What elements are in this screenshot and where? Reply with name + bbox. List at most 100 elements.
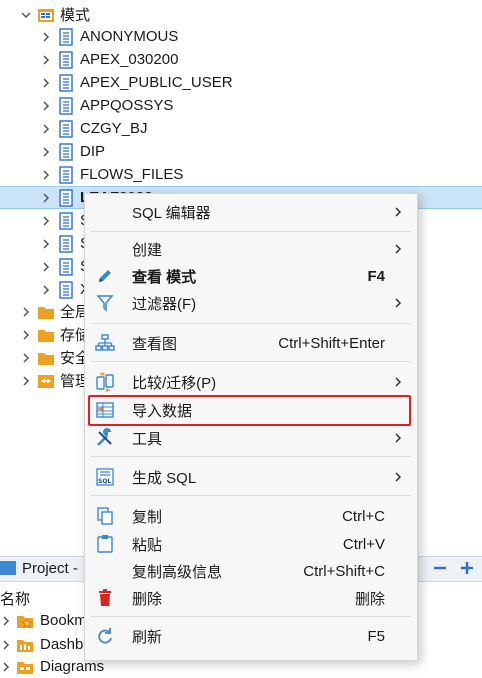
folder-icon bbox=[37, 349, 55, 367]
tree-node-schema[interactable]: CZGY_BJ bbox=[0, 117, 482, 140]
project-item-label: Bookm bbox=[40, 612, 87, 629]
menu-item-shortcut: Ctrl+Shift+Enter bbox=[278, 334, 385, 352]
chevron-right-icon[interactable] bbox=[40, 238, 52, 250]
menu-separator bbox=[91, 495, 411, 496]
tools-icon bbox=[95, 428, 115, 448]
submenu-arrow-icon bbox=[393, 297, 403, 309]
menu-item-refresh[interactable]: 刷新 F5 bbox=[85, 623, 417, 649]
menu-item-shortcut: Ctrl+Shift+C bbox=[303, 562, 385, 580]
menu-item-label: SQL 编辑器 bbox=[132, 204, 211, 222]
menu-item-delete[interactable]: 删除 删除 bbox=[85, 585, 417, 611]
pencil-icon bbox=[95, 266, 115, 286]
menu-item-shortcut: F5 bbox=[367, 627, 385, 645]
chevron-right-icon[interactable] bbox=[20, 306, 32, 318]
menu-item-copy-advanced[interactable]: 复制高级信息 Ctrl+Shift+C bbox=[85, 558, 417, 584]
paste-icon bbox=[95, 534, 115, 554]
schema-icon bbox=[57, 234, 75, 253]
chevron-right-icon[interactable] bbox=[0, 661, 12, 673]
tree-label: APPQOSSYS bbox=[80, 97, 174, 114]
menu-item-label: 过滤器(F) bbox=[132, 295, 197, 313]
chevron-right-icon[interactable] bbox=[40, 169, 52, 181]
menu-item-compare-migrate[interactable]: 比较/迁移(P) bbox=[85, 369, 417, 395]
submenu-arrow-icon bbox=[393, 376, 403, 388]
menu-item-filter[interactable]: 过滤器(F) bbox=[85, 290, 417, 316]
menu-separator bbox=[91, 231, 411, 232]
menu-item-label: 创建 bbox=[132, 241, 163, 259]
svg-text:SQL: SQL bbox=[98, 478, 111, 485]
chevron-right-icon[interactable] bbox=[0, 615, 12, 627]
context-menu: SQL 编辑器 创建 查看 模式 F4 过滤器(F) 查看图 Ctrl+Shif… bbox=[84, 193, 418, 661]
diagram-icon bbox=[95, 333, 115, 353]
tree-label: DIP bbox=[80, 143, 106, 160]
compare-icon bbox=[95, 372, 115, 392]
menu-item-label: 工具 bbox=[132, 430, 163, 448]
chevron-right-icon[interactable] bbox=[40, 215, 52, 227]
folder-icon bbox=[37, 326, 55, 344]
submenu-arrow-icon bbox=[393, 206, 403, 218]
collapse-icon[interactable] bbox=[432, 560, 448, 576]
submenu-arrow-icon bbox=[393, 471, 403, 483]
chevron-right-icon[interactable] bbox=[20, 375, 32, 387]
tree-node-schema[interactable]: APPQOSSYS bbox=[0, 94, 482, 117]
chevron-right-icon[interactable] bbox=[0, 639, 12, 651]
tree-node-schema[interactable]: DIP bbox=[0, 140, 482, 163]
schema-icon bbox=[57, 73, 75, 92]
menu-item-shortcut: 删除 bbox=[354, 590, 385, 608]
delete-icon bbox=[95, 588, 115, 608]
admin-folder-icon bbox=[37, 372, 55, 390]
schema-folder-icon bbox=[37, 6, 55, 24]
chevron-right-icon[interactable] bbox=[40, 54, 52, 66]
menu-item-tools[interactable]: 工具 bbox=[85, 425, 417, 451]
schema-icon bbox=[57, 142, 75, 161]
sql-icon: SQL bbox=[95, 467, 115, 487]
menu-item-view-schema[interactable]: 查看 模式 F4 bbox=[85, 263, 417, 289]
menu-item-label: 生成 SQL bbox=[132, 469, 197, 487]
project-tab[interactable]: Project - bbox=[22, 560, 78, 577]
chevron-right-icon[interactable] bbox=[20, 352, 32, 364]
schema-icon bbox=[57, 27, 75, 46]
schema-icon bbox=[57, 280, 75, 299]
menu-separator bbox=[91, 616, 411, 617]
chevron-right-icon[interactable] bbox=[40, 31, 52, 43]
refresh-icon bbox=[95, 626, 115, 646]
chevron-down-icon[interactable] bbox=[20, 9, 32, 21]
menu-item-label: 删除 bbox=[132, 590, 163, 608]
chevron-right-icon[interactable] bbox=[40, 123, 52, 135]
schema-icon bbox=[57, 165, 75, 184]
menu-item-shortcut: Ctrl+C bbox=[342, 507, 385, 525]
menu-item-label: 刷新 bbox=[132, 628, 163, 646]
diagrams-folder-icon bbox=[16, 658, 34, 676]
menu-item-create[interactable]: 创建 bbox=[85, 236, 417, 262]
project-item-label: Dashb bbox=[40, 636, 84, 653]
menu-item-sql-editor[interactable]: SQL 编辑器 bbox=[85, 199, 417, 225]
menu-item-label: 比较/迁移(P) bbox=[132, 374, 217, 392]
tree-node-schema[interactable]: APEX_PUBLIC_USER bbox=[0, 71, 482, 94]
chevron-right-icon[interactable] bbox=[40, 192, 52, 204]
chevron-right-icon[interactable] bbox=[40, 77, 52, 89]
tree-node-schemas[interactable]: 模式 bbox=[0, 3, 482, 26]
menu-item-shortcut: F4 bbox=[367, 267, 385, 285]
menu-item-label: 导入数据 bbox=[132, 402, 193, 420]
chevron-right-icon[interactable] bbox=[40, 100, 52, 112]
menu-item-view-diagram[interactable]: 查看图 Ctrl+Shift+Enter bbox=[85, 330, 417, 356]
chevron-right-icon[interactable] bbox=[40, 146, 52, 158]
menu-item-generate-sql[interactable]: SQL 生成 SQL bbox=[85, 464, 417, 490]
menu-item-paste[interactable]: 粘贴 Ctrl+V bbox=[85, 531, 417, 557]
tree-label: APEX_030200 bbox=[80, 51, 179, 68]
tree-node-schema[interactable]: FLOWS_FILES bbox=[0, 163, 482, 186]
chevron-right-icon[interactable] bbox=[20, 329, 32, 341]
menu-item-shortcut: Ctrl+V bbox=[342, 535, 385, 553]
menu-item-import-data[interactable]: 导入数据 bbox=[85, 395, 417, 426]
submenu-arrow-icon bbox=[393, 243, 403, 255]
project-panel-icon bbox=[0, 561, 16, 575]
menu-item-label: 复制 bbox=[132, 508, 163, 526]
chevron-right-icon[interactable] bbox=[40, 284, 52, 296]
add-icon[interactable] bbox=[459, 560, 475, 576]
menu-item-copy[interactable]: 复制 Ctrl+C bbox=[85, 503, 417, 529]
folder-icon bbox=[37, 303, 55, 321]
chevron-right-icon[interactable] bbox=[40, 261, 52, 273]
filter-icon bbox=[95, 293, 115, 313]
tree-node-schema[interactable]: APEX_030200 bbox=[0, 48, 482, 71]
schema-icon bbox=[57, 188, 75, 207]
tree-node-schema[interactable]: ANONYMOUS bbox=[0, 25, 482, 48]
